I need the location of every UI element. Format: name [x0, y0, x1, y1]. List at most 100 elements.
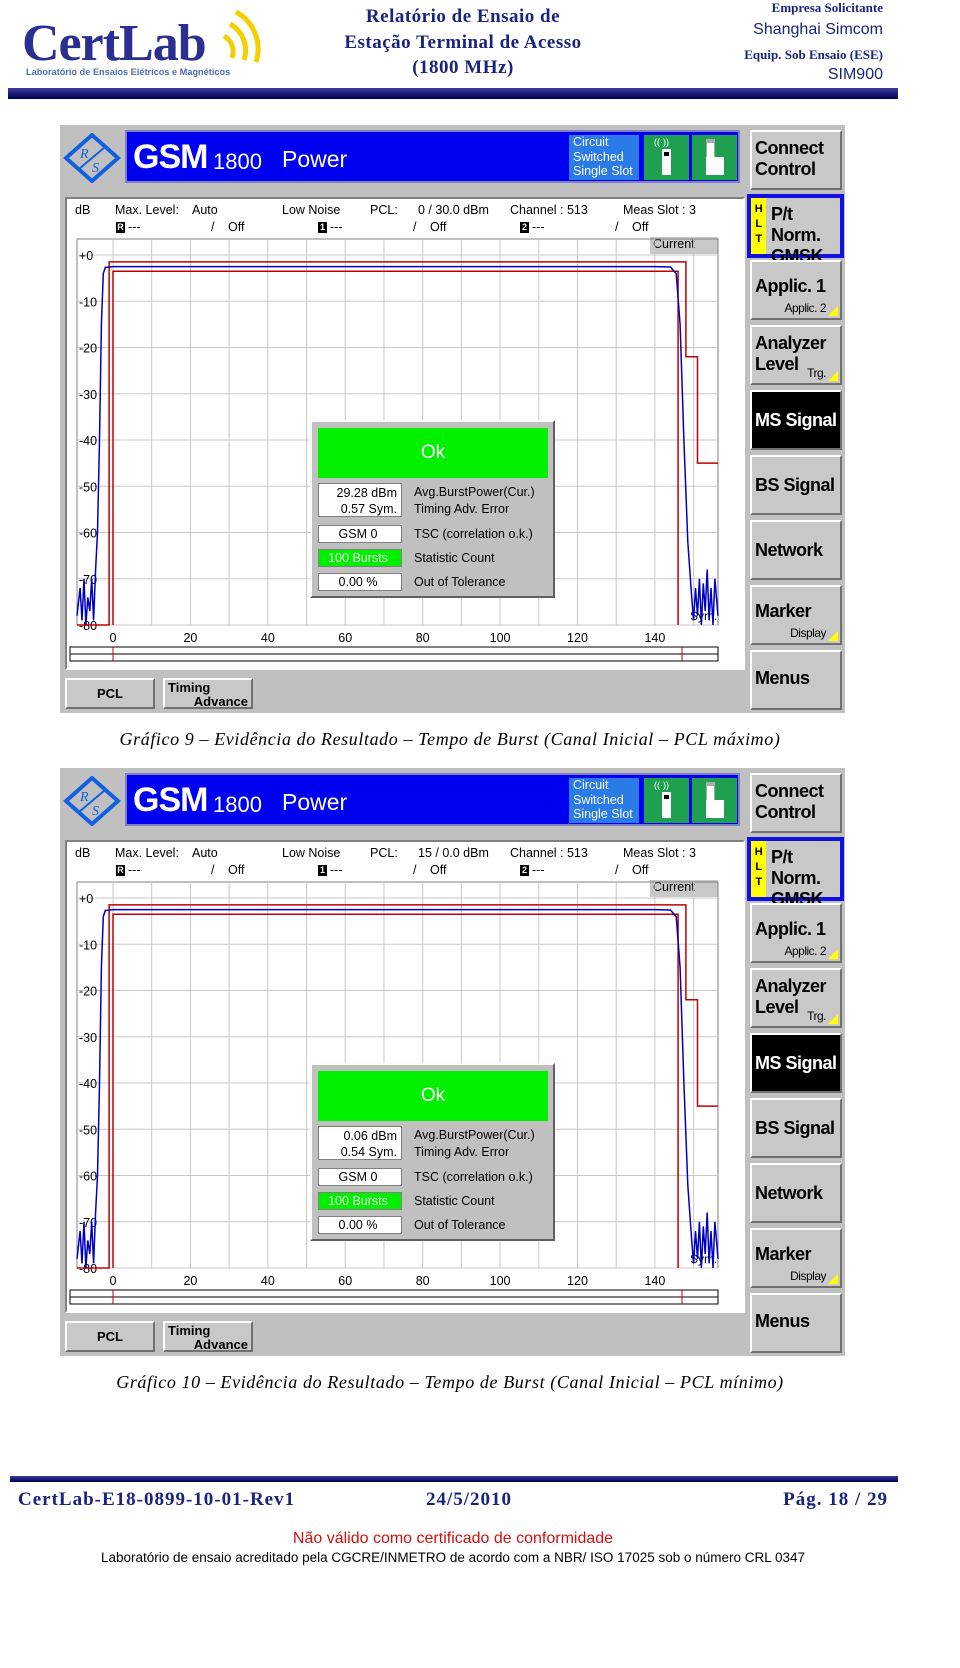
figure-caption: Gráfico 9 – Evidência do Resultado – Tem… [119, 729, 781, 749]
network-softkey[interactable]: Network [750, 1163, 842, 1223]
y-tick-label: -40 [79, 434, 97, 448]
avg-burst-power-value: 0.06 dBm [343, 1129, 397, 1143]
softkey-label: Network [755, 1183, 823, 1203]
result-label: Avg.BurstPower(Cur.) [414, 1128, 535, 1142]
x-tick-label: 120 [567, 631, 588, 645]
y-tick-label: -40 [79, 1077, 97, 1091]
logo-text: CertLab [22, 15, 207, 72]
x-tick-label: 140 [644, 631, 665, 645]
footer-rule [10, 1476, 898, 1482]
pcl-button[interactable]: PCL [65, 1321, 155, 1352]
softkey-label: P/t Norm. [771, 204, 821, 245]
x-tick-label: 80 [416, 631, 430, 645]
report-title-line: (1800 MHz) [412, 57, 514, 78]
timing-advance-button[interactable]: Timing Advance [163, 1321, 253, 1352]
menus-softkey[interactable]: Menus [750, 1293, 842, 1353]
expand-triangle-icon [828, 1014, 838, 1024]
tsc-value: GSM 0 [318, 1168, 402, 1186]
y-tick-label: -80 [79, 619, 97, 633]
document-id: CertLab-E18-0899-10-01-Rev1 [18, 1489, 296, 1510]
hlt-indicator: HLT [751, 841, 766, 897]
report-title-line: Estação Terminal de Acesso [344, 32, 582, 53]
y-tick-label: -10 [79, 938, 97, 952]
y-tick-label: -80 [79, 1262, 97, 1276]
softkey-label: P/t Norm. [771, 847, 821, 888]
logo-subtitle: Laboratório de Ensaios Elétricos e Magné… [26, 67, 231, 77]
y-tick-label: -50 [79, 480, 97, 494]
softkey-label: MS Signal [755, 410, 837, 430]
instrument-screen: R S GSM 1800 Power Circuit Switched Sing… [60, 125, 845, 713]
validity-notice: Não válido como certificado de conformid… [292, 1530, 614, 1547]
softkey-label: BS Signal [755, 475, 835, 495]
x-tick-label: 60 [338, 1274, 352, 1288]
pcl-button[interactable]: PCL [65, 678, 155, 709]
connect-control-softkey[interactable]: Connect Control [750, 773, 842, 833]
bs-signal-softkey[interactable]: BS Signal [750, 455, 842, 515]
x-tick-label: 20 [183, 631, 197, 645]
result-dialog: Ok 29.28 dBm 0.57 Sym. Avg.BurstPower(Cu… [310, 420, 555, 598]
expand-triangle-icon [828, 631, 838, 641]
page-number: Pág. 18 / 29 [783, 1489, 888, 1510]
expand-triangle-icon [828, 371, 838, 381]
y-tick-label: -10 [79, 295, 97, 309]
company-name: Shanghai Simcom [753, 21, 883, 38]
y-tick-label: +0 [79, 249, 93, 263]
menus-softkey[interactable]: Menus [750, 650, 842, 710]
applic-softkey[interactable]: Applic. 1 Applic. 2 [750, 260, 842, 320]
expand-triangle-icon [828, 1274, 838, 1284]
network-softkey[interactable]: Network [750, 520, 842, 580]
marker-softkey[interactable]: Marker Display [750, 1228, 842, 1288]
softkey-label: Control [755, 802, 816, 822]
x-tick-label: 80 [416, 1274, 430, 1288]
pt-norm-gmsk-softkey[interactable]: HLT P/t Norm. GMSK [747, 194, 844, 266]
out-of-tolerance-value: 0.00 % [318, 573, 402, 591]
result-label: Out of Tolerance [414, 575, 506, 589]
x-tick-label: 40 [261, 631, 275, 645]
softkey-label: Menus [755, 1311, 810, 1331]
analyzer-level-softkey[interactable]: Analyzer Level Trg. [750, 325, 842, 385]
certlab-logo: CertLab Laboratório de Ensaios Elétricos… [22, 8, 272, 80]
ms-signal-softkey[interactable]: MS Signal [750, 1033, 842, 1093]
y-tick-label: -20 [79, 342, 97, 356]
button-label: Timing [168, 1323, 211, 1338]
ok-status: Ok [318, 428, 548, 478]
bs-signal-softkey[interactable]: BS Signal [750, 1098, 842, 1158]
power-timing-values: 29.28 dBm 0.57 Sym. [318, 483, 402, 517]
button-label: Timing [168, 680, 211, 695]
hlt-indicator: HLT [751, 198, 766, 254]
applic-softkey[interactable]: Applic. 1 Applic. 2 [750, 903, 842, 963]
result-label: TSC (correlation o.k.) [414, 1170, 533, 1184]
button-label: Advance [193, 694, 248, 709]
x-tick-label: 40 [261, 1274, 275, 1288]
softkey-label: Menus [755, 668, 810, 688]
softkey-label: Analyzer [755, 333, 827, 353]
report-title-line: Relatório de Ensaio de [365, 6, 561, 27]
y-tick-label: -60 [79, 1170, 97, 1184]
softkey-label: Connect [755, 781, 824, 801]
equipment-label: Equip. Sob Ensaio (ESE) [744, 47, 883, 62]
softkey-label: Marker [755, 1244, 812, 1264]
statistic-count-value: 100 Bursts [318, 1192, 402, 1210]
document-date: 24/5/2010 [426, 1489, 513, 1510]
button-label: Advance [193, 1337, 248, 1352]
marker-softkey[interactable]: Marker Display [750, 585, 842, 645]
result-label: Avg.BurstPower(Cur.) [414, 485, 535, 499]
y-tick-label: -30 [79, 1031, 97, 1045]
softkey-label: Connect [755, 138, 824, 158]
softkey-label: Network [755, 540, 823, 560]
analyzer-level-softkey[interactable]: Analyzer Level Trg. [750, 968, 842, 1028]
avg-burst-power-value: 29.28 dBm [336, 486, 397, 500]
y-tick-label: -30 [79, 388, 97, 402]
result-label: Timing Adv. Error [414, 502, 510, 516]
instrument-screen: R S GSM 1800 Power Circuit Switched Sing… [60, 768, 845, 1356]
y-tick-label: -20 [79, 985, 97, 999]
ms-signal-softkey[interactable]: MS Signal [750, 390, 842, 450]
result-label: Statistic Count [414, 551, 495, 565]
timing-adv-error-value: 0.57 Sym. [340, 502, 397, 516]
softkey-label: Control [755, 159, 816, 179]
connect-control-softkey[interactable]: Connect Control [750, 130, 842, 190]
pt-norm-gmsk-softkey[interactable]: HLT P/t Norm. GMSK [747, 837, 844, 909]
out-of-tolerance-value: 0.00 % [318, 1216, 402, 1234]
expand-triangle-icon [828, 306, 838, 316]
timing-advance-button[interactable]: Timing Advance [163, 678, 253, 709]
